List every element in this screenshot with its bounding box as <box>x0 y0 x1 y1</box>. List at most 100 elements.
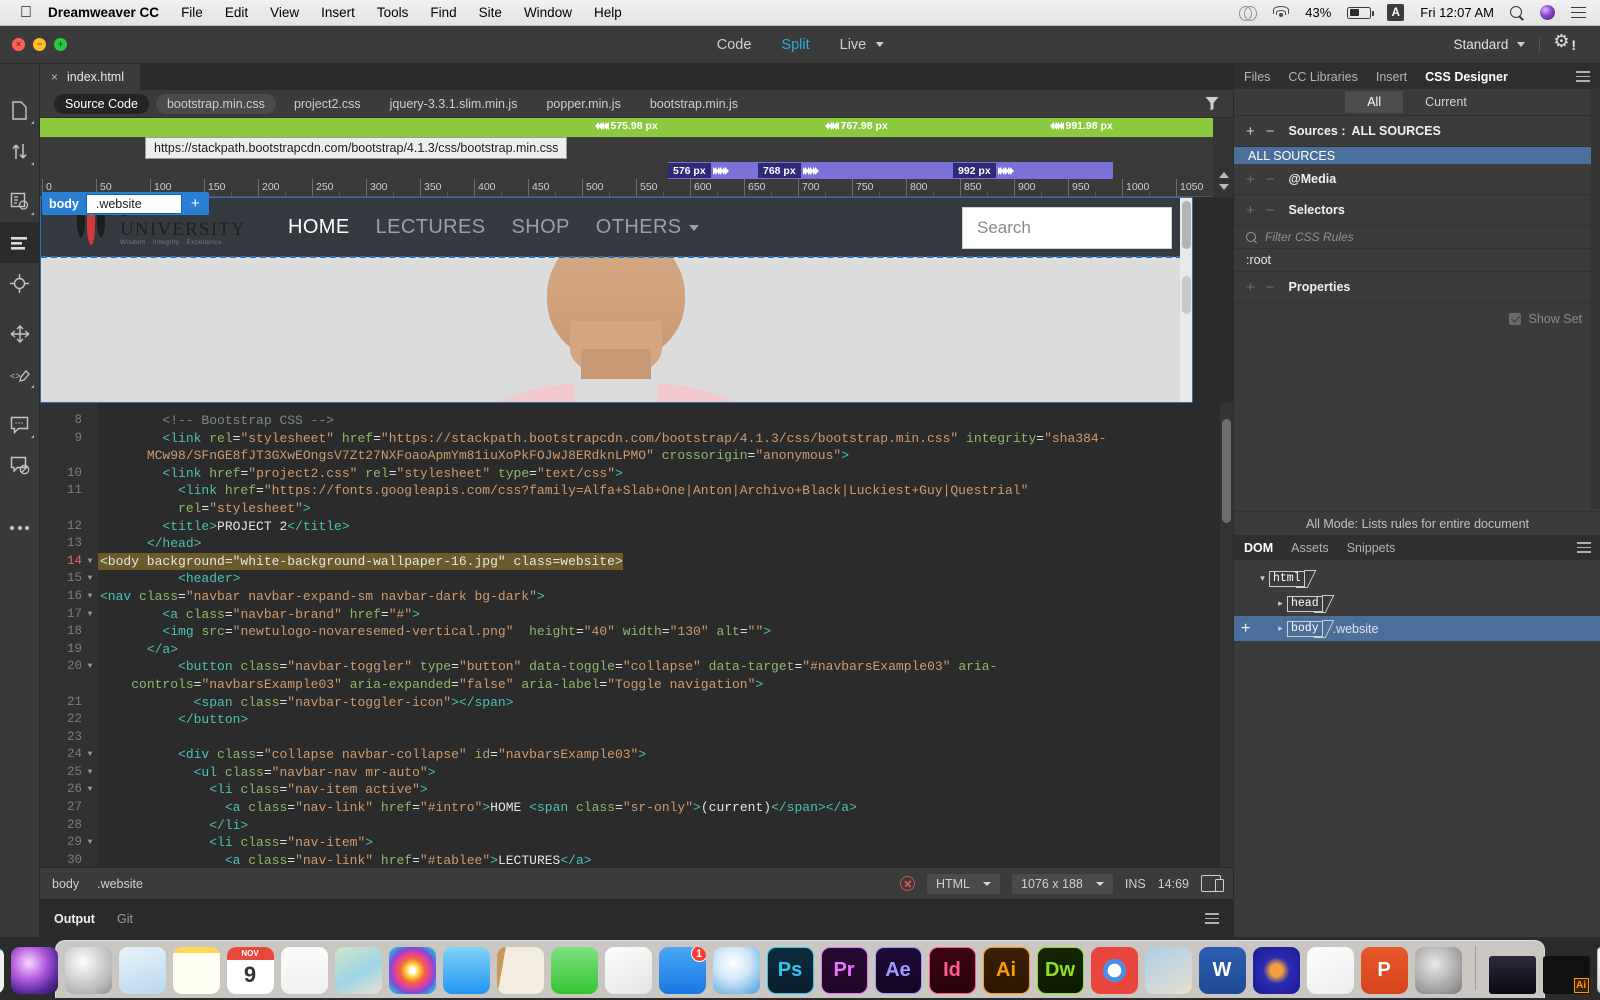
code-line[interactable]: MCw98/SFnGE8fJT3GXwEOngsV7Zt27NXFoaoApmY… <box>40 447 1233 465</box>
menu-site[interactable]: Site <box>479 5 502 20</box>
remove-media-query-button[interactable]: − <box>1266 172 1275 187</box>
code-fold-toggle-icon[interactable]: ▼ <box>82 606 98 624</box>
tab-cc-libraries[interactable]: CC Libraries <box>1288 70 1357 84</box>
source-row-all-sources[interactable]: ALL SOURCES <box>1234 147 1600 164</box>
add-media-query-button[interactable]: + <box>1246 172 1255 187</box>
code-fold-toggle-icon[interactable]: ▼ <box>82 553 98 571</box>
element-display-class-input[interactable]: .website <box>85 193 182 214</box>
view-mode-live[interactable]: Live <box>840 37 884 53</box>
dock-item-minimized-window-dark[interactable] <box>1488 956 1536 994</box>
code-line[interactable]: rel="stylesheet"> <box>40 500 1233 518</box>
code-line[interactable]: 27 <a class="nav-link" href="#intro">HOM… <box>40 799 1233 817</box>
dom-tree[interactable]: ▾ html ▸ head + ▸ body .website <box>1234 560 1600 690</box>
show-set-checkbox[interactable] <box>1509 313 1522 325</box>
code-line[interactable]: 21 <span class="navbar-toggler-icon"></s… <box>40 694 1233 712</box>
related-file-bootstrap-min-js[interactable]: bootstrap.min.js <box>639 94 749 114</box>
code-fold-toggle-icon[interactable]: ▼ <box>82 658 98 676</box>
menu-help[interactable]: Help <box>594 5 622 20</box>
dock-item-illustrator[interactable]: Ai <box>982 947 1030 994</box>
tag-selector-website-class[interactable]: .website <box>97 877 143 891</box>
chevron-down-icon[interactable] <box>875 42 884 47</box>
related-file-project2-css[interactable]: project2.css <box>283 94 372 114</box>
tab-files[interactable]: Files <box>1244 70 1270 84</box>
document-type-select[interactable]: HTML <box>926 873 1001 894</box>
tab-snippets[interactable]: Snippets <box>1347 541 1396 555</box>
device-preview-icon[interactable] <box>1201 875 1224 892</box>
add-source-button[interactable]: + <box>1246 124 1255 139</box>
hamburger-icon[interactable] <box>1576 71 1590 82</box>
code-fold-toggle-icon[interactable]: ▼ <box>82 834 98 852</box>
add-dom-node-button[interactable]: + <box>1241 620 1250 637</box>
dock-item-notes[interactable] <box>172 947 220 994</box>
dock-item-indesign[interactable]: Id <box>928 947 976 994</box>
dom-node-body[interactable]: + ▸ body .website <box>1234 616 1600 641</box>
related-file-popper-min-js[interactable]: popper.min.js <box>535 94 631 114</box>
dock-item-finder[interactable] <box>0 947 4 994</box>
insert-mode-label[interactable]: INS <box>1125 877 1146 891</box>
dock-item-powerpoint[interactable]: P <box>1360 947 1408 994</box>
code-line[interactable]: 17 ▼ <a class="navbar-brand" href="#"> <box>40 606 1233 624</box>
scroll-up-icon[interactable] <box>1219 172 1229 178</box>
dock-item-siri[interactable] <box>10 947 58 994</box>
hamburger-icon[interactable] <box>1205 913 1219 924</box>
document-tab-index-html[interactable]: × index.html <box>40 64 140 90</box>
menu-file[interactable]: File <box>181 5 203 20</box>
code-scrollbar[interactable] <box>1220 403 1233 867</box>
scroll-down-icon[interactable] <box>1219 184 1229 190</box>
media-query-bar-min-width[interactable]: 576 px 768 px 992 px <box>40 162 1213 179</box>
code-line[interactable]: 20 ▼ <button class="navbar-toggler" type=… <box>40 658 1233 676</box>
dock-item-launchpad[interactable] <box>64 947 112 994</box>
code-line[interactable]: 14 ▼ <body background="white-background-wa… <box>40 552 1233 571</box>
nav-link-home[interactable]: HOME <box>288 216 350 239</box>
canvas-scrollbar-thumb-secondary[interactable] <box>1181 276 1191 314</box>
code-line[interactable]: 16 ▼ <nav class="navbar navbar-expand-sm n… <box>40 588 1233 606</box>
code-line[interactable]: 23 <box>40 729 1233 747</box>
menu-window[interactable]: Window <box>524 5 572 20</box>
view-mode-code[interactable]: Code <box>717 37 752 53</box>
filter-css-rules-input[interactable]: Filter CSS Rules <box>1234 226 1600 249</box>
inspect-icon[interactable] <box>0 263 40 304</box>
dock-item-calendar[interactable]: 9 NOV <box>226 947 274 994</box>
code-line[interactable]: 26 ▼ <li class="nav-item active"> <box>40 781 1233 799</box>
code-lines-container[interactable]: 8 <!-- Bootstrap CSS --> 9 <link rel="sty… <box>40 412 1233 869</box>
siri-icon[interactable] <box>1540 5 1555 20</box>
dock-item-facetime[interactable] <box>550 947 598 994</box>
dock-item-minimized-window-illustrator[interactable]: Ai <box>1542 956 1590 994</box>
apply-comment-icon[interactable] <box>0 404 40 445</box>
code-line[interactable]: 8 <!-- Bootstrap CSS --> <box>40 412 1233 430</box>
code-fold-toggle-icon[interactable]: ▼ <box>82 781 98 799</box>
dock-item-safari[interactable] <box>712 947 760 994</box>
selector-row-root[interactable]: :root <box>1234 249 1600 272</box>
menu-insert[interactable]: Insert <box>321 5 355 20</box>
creative-cloud-icon[interactable] <box>1239 5 1258 21</box>
add-property-button[interactable]: + <box>1246 280 1255 295</box>
hamburger-icon[interactable] <box>1577 542 1591 553</box>
workspace-switcher[interactable]: Standard <box>1440 37 1541 52</box>
code-line[interactable]: controls="navbarsExample03" aria-expande… <box>40 676 1233 694</box>
dock-item-contacts[interactable] <box>496 947 544 994</box>
minimize-window-button[interactable]: − <box>33 38 46 51</box>
dock-item-maps[interactable] <box>334 947 382 994</box>
live-view-canvas[interactable]: S UNIVERSITY Wisdom · Integrity · Excell… <box>40 197 1193 403</box>
dom-node-head[interactable]: ▸ head <box>1234 591 1600 616</box>
dock-item-preview[interactable] <box>1144 947 1192 994</box>
related-file-source-code[interactable]: Source Code <box>54 93 149 114</box>
open-documents-icon[interactable] <box>0 90 40 131</box>
media-query-bar-max-width[interactable]: 575.98 px 767.98 px 991.98 px <box>40 118 1213 137</box>
chevron-down-icon[interactable]: ▾ <box>1256 573 1269 584</box>
canvas-scrollbar[interactable] <box>1180 198 1192 402</box>
code-fold-toggle-icon[interactable]: ▼ <box>82 746 98 764</box>
dock-item-app-store[interactable]: 1 <box>658 947 706 994</box>
tab-dom[interactable]: DOM <box>1244 541 1273 555</box>
gear-icon[interactable] <box>1553 32 1569 52</box>
code-line[interactable]: 12 <title>PROJECT 2</title> <box>40 518 1233 536</box>
mode-current[interactable]: Current <box>1403 91 1489 113</box>
media-query-991[interactable]: 991.98 px <box>1050 120 1113 132</box>
remove-selector-button[interactable]: − <box>1266 203 1275 218</box>
dock-item-after-effects[interactable]: Ae <box>874 947 922 994</box>
active-app-name[interactable]: Dreamweaver CC <box>48 5 159 20</box>
element-display-hud[interactable]: body .website + <box>42 192 209 215</box>
related-file-jquery-slim-min-js[interactable]: jquery-3.3.1.slim.min.js <box>379 94 529 114</box>
wifi-icon[interactable] <box>1272 6 1289 19</box>
code-line[interactable]: 19 </a> <box>40 641 1233 659</box>
